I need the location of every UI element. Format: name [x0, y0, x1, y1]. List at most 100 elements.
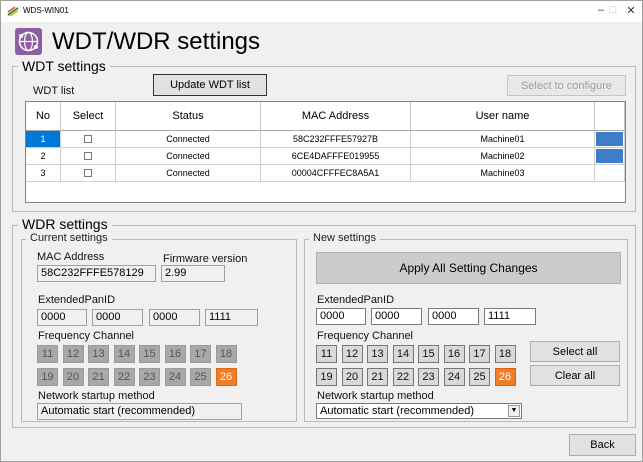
channel-26-indicator: 26 [215, 368, 237, 386]
app-logo-icon [7, 6, 19, 17]
column-header-username[interactable]: User name [411, 102, 595, 131]
channel-21-toggle[interactable]: 21 [367, 368, 388, 386]
channel-25-toggle[interactable]: 25 [469, 368, 490, 386]
close-button[interactable]: ✕ [623, 4, 639, 17]
row-select-checkbox[interactable] [84, 135, 92, 143]
channel-23-indicator: 23 [139, 368, 160, 386]
select-all-button[interactable]: Select all [530, 341, 620, 362]
channel-22-toggle[interactable]: 22 [392, 368, 414, 386]
update-wdt-list-button[interactable]: Update WDT list [153, 74, 267, 96]
maximize-button[interactable]: □ [605, 4, 621, 16]
channel-11-indicator: 11 [37, 345, 58, 363]
channel-25-indicator: 25 [190, 368, 211, 386]
row-action-cell [595, 148, 625, 165]
new-startup-dropdown[interactable]: Automatic start (recommended) ▼ [316, 403, 522, 419]
current-settings-title: Current settings [26, 232, 112, 244]
current-panid-field-4: 1111 [205, 309, 258, 326]
clear-all-button[interactable]: Clear all [530, 365, 620, 386]
wdt-list-label: WDT list [33, 85, 75, 97]
row-username: Machine01 [411, 131, 595, 148]
window-titlebar: WDS-WIN01 – □ ✕ [0, 0, 643, 22]
channel-17-toggle[interactable]: 17 [469, 345, 490, 363]
current-startup-field: Automatic start (recommended) [37, 403, 242, 420]
channel-24-toggle[interactable]: 24 [443, 368, 465, 386]
channel-22-indicator: 22 [113, 368, 135, 386]
channel-17-indicator: 17 [190, 345, 211, 363]
current-panid-field-3: 0000 [149, 309, 200, 326]
channel-20-indicator: 20 [62, 368, 84, 386]
channel-20-toggle[interactable]: 20 [341, 368, 363, 386]
new-panid-field-4[interactable]: 1111 [484, 308, 536, 325]
row-mac: 58C232FFFE57927B [261, 131, 411, 148]
network-globe-icon [15, 28, 42, 55]
firmware-version-label: Firmware version [163, 253, 248, 265]
channel-19-indicator: 19 [37, 368, 58, 386]
row-select-checkbox[interactable] [84, 152, 92, 160]
firmware-version-field: 2.99 [161, 265, 225, 282]
row-action-cell [595, 131, 625, 148]
channel-19-toggle[interactable]: 19 [316, 368, 337, 386]
channel-14-indicator: 14 [113, 345, 135, 363]
row-status: Connected [116, 148, 261, 165]
new-startup-label: Network startup method [317, 390, 434, 402]
new-settings-title: New settings [309, 232, 380, 244]
row-select-checkbox-cell [61, 131, 116, 148]
new-panid-label: ExtendedPanID [317, 294, 395, 306]
current-panid-label: ExtendedPanID [38, 294, 116, 306]
channel-12-indicator: 12 [62, 345, 84, 363]
page-title: WDT/WDR settings [52, 28, 261, 55]
channel-23-toggle[interactable]: 23 [418, 368, 439, 386]
current-panid-field-2: 0000 [92, 309, 143, 326]
row-status: Connected [116, 131, 261, 148]
table-row[interactable]: 3 Connected 00004CFFFEC8A5A1 Machine03 [26, 165, 625, 182]
current-mac-label: MAC Address [37, 251, 105, 263]
table-row[interactable]: 2 Connected 6CE4DAFFFE019955 Machine02 [26, 148, 625, 165]
row-mac: 00004CFFFEC8A5A1 [261, 165, 411, 182]
row-status: Connected [116, 165, 261, 182]
new-panid-field-1[interactable]: 0000 [316, 308, 366, 325]
row-action-cell [595, 165, 625, 182]
row-username: Machine03 [411, 165, 595, 182]
channel-16-toggle[interactable]: 16 [443, 345, 465, 363]
new-frequency-label: Frequency Channel [317, 330, 414, 342]
column-header-status[interactable]: Status [116, 102, 261, 131]
current-panid-field-1: 0000 [37, 309, 87, 326]
current-frequency-label: Frequency Channel [38, 330, 135, 342]
apply-all-settings-button[interactable]: Apply All Setting Changes [316, 252, 621, 284]
row-no: 3 [26, 165, 61, 182]
channel-15-toggle[interactable]: 15 [418, 345, 439, 363]
row-mac: 6CE4DAFFFE019955 [261, 148, 411, 165]
row-select-checkbox-cell [61, 148, 116, 165]
channel-21-indicator: 21 [88, 368, 109, 386]
channel-13-indicator: 13 [88, 345, 109, 363]
channel-12-toggle[interactable]: 12 [341, 345, 363, 363]
row-no: 2 [26, 148, 61, 165]
row-username: Machine02 [411, 148, 595, 165]
channel-26-toggle[interactable]: 26 [494, 368, 516, 386]
new-startup-value: Automatic start (recommended) [320, 405, 475, 417]
channel-18-toggle[interactable]: 18 [494, 345, 516, 363]
row-edit-button[interactable] [596, 149, 623, 163]
row-select-checkbox-cell [61, 165, 116, 182]
row-select-checkbox[interactable] [84, 169, 92, 177]
back-button[interactable]: Back [569, 434, 636, 456]
row-no: 1 [26, 131, 61, 148]
wdr-settings-title: WDR settings [18, 216, 112, 232]
channel-13-toggle[interactable]: 13 [367, 345, 388, 363]
column-header-mac[interactable]: MAC Address [261, 102, 411, 131]
channel-18-indicator: 18 [215, 345, 237, 363]
row-edit-button[interactable] [596, 132, 623, 146]
new-panid-field-3[interactable]: 0000 [428, 308, 479, 325]
wdt-table: No Select Status MAC Address User name 1… [25, 101, 626, 203]
column-header-no[interactable]: No [26, 102, 61, 131]
channel-11-toggle[interactable]: 11 [316, 345, 337, 363]
table-row[interactable]: 1 Connected 58C232FFFE57927B Machine01 [26, 131, 625, 148]
wdt-settings-title: WDT settings [18, 58, 110, 74]
window-title: WDS-WIN01 [23, 6, 69, 15]
select-to-configure-button[interactable]: Select to configure [507, 75, 626, 96]
new-panid-field-2[interactable]: 0000 [371, 308, 422, 325]
chevron-down-icon[interactable]: ▼ [508, 405, 520, 417]
column-header-action [595, 102, 625, 131]
column-header-select[interactable]: Select [61, 102, 116, 131]
channel-14-toggle[interactable]: 14 [392, 345, 414, 363]
